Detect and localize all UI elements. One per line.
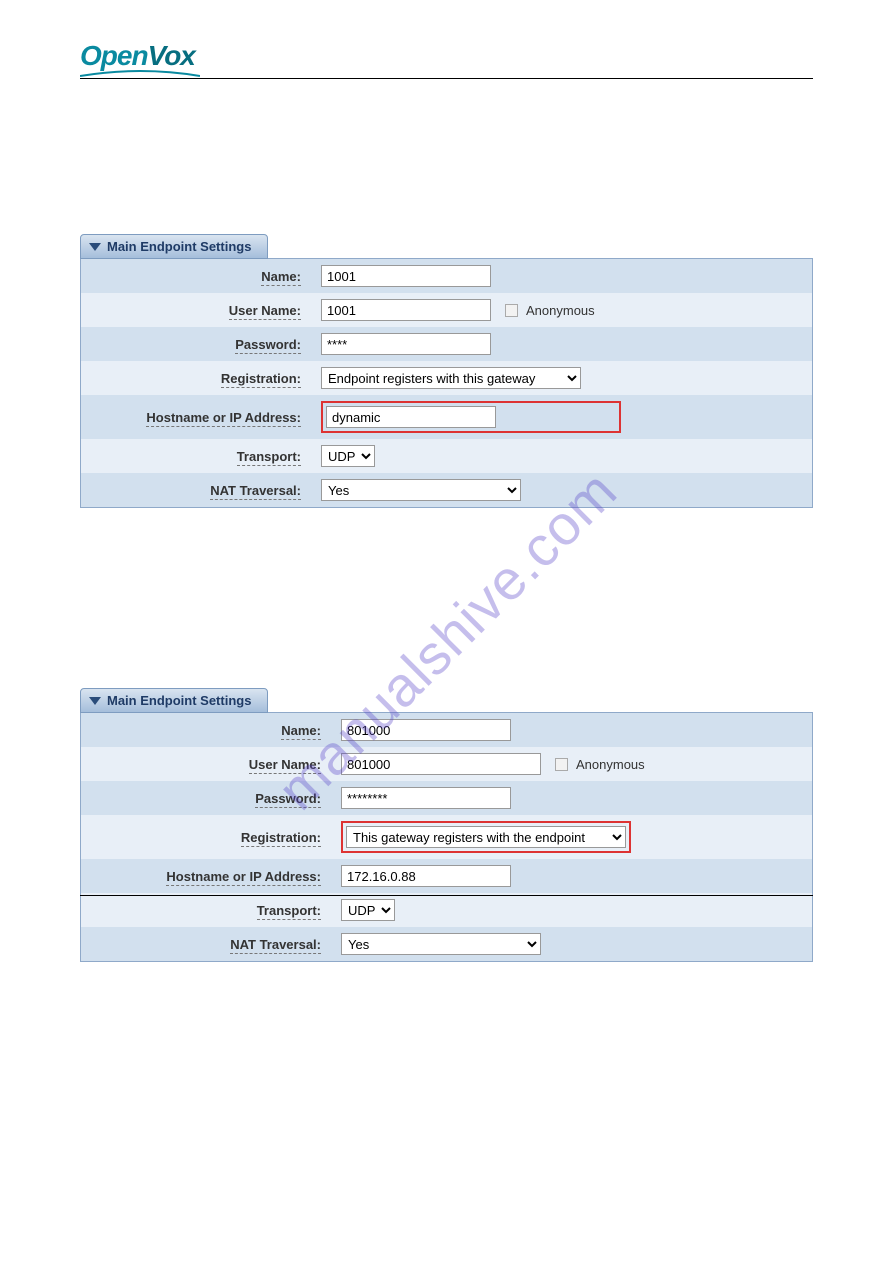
username-input[interactable]	[321, 299, 491, 321]
panel-title: Main Endpoint Settings	[107, 239, 251, 254]
hostname-input[interactable]	[326, 406, 496, 428]
anonymous-label: Anonymous	[576, 757, 645, 772]
panel-title: Main Endpoint Settings	[107, 693, 251, 708]
collapse-icon	[89, 697, 101, 705]
nat-select[interactable]: Yes	[321, 479, 521, 501]
anonymous-checkbox[interactable]	[505, 304, 518, 317]
username-label: User Name:	[249, 757, 321, 774]
password-label: Password:	[235, 337, 301, 354]
password-label: Password:	[255, 791, 321, 808]
registration-highlight: This gateway registers with the endpoint	[341, 821, 631, 853]
brand-part2: Vox	[148, 40, 195, 71]
logo-swoosh-icon	[80, 70, 200, 78]
username-input[interactable]	[341, 753, 541, 775]
registration-label: Registration:	[241, 830, 321, 847]
nat-label: NAT Traversal:	[230, 937, 321, 954]
transport-label: Transport:	[237, 449, 301, 466]
password-input[interactable]	[341, 787, 511, 809]
endpoint-settings-panel-1: Main Endpoint Settings Name: User Name: …	[80, 234, 813, 508]
name-label: Name:	[261, 269, 301, 286]
hostname-input[interactable]	[341, 865, 511, 887]
username-label: User Name:	[229, 303, 301, 320]
panel-header-toggle[interactable]: Main Endpoint Settings	[80, 688, 268, 713]
registration-label: Registration:	[221, 371, 301, 388]
name-input[interactable]	[321, 265, 491, 287]
collapse-icon	[89, 243, 101, 251]
hostname-label: Hostname or IP Address:	[146, 410, 301, 427]
header-divider	[80, 78, 813, 79]
panel-header-toggle[interactable]: Main Endpoint Settings	[80, 234, 268, 259]
registration-select[interactable]: Endpoint registers with this gateway	[321, 367, 581, 389]
transport-select[interactable]: UDP	[321, 445, 375, 467]
transport-label: Transport:	[257, 903, 321, 920]
nat-select[interactable]: Yes	[341, 933, 541, 955]
hostname-label: Hostname or IP Address:	[166, 869, 321, 886]
name-input[interactable]	[341, 719, 511, 741]
brand-part1: Open	[80, 40, 148, 71]
registration-select[interactable]: This gateway registers with the endpoint	[346, 826, 626, 848]
brand-logo: OpenVox	[80, 40, 195, 72]
transport-select[interactable]: UDP	[341, 899, 395, 921]
endpoint-settings-panel-2: Main Endpoint Settings Name: User Name: …	[80, 688, 813, 962]
footer-divider	[80, 895, 813, 896]
hostname-highlight	[321, 401, 621, 433]
name-label: Name:	[281, 723, 321, 740]
anonymous-label: Anonymous	[526, 303, 595, 318]
password-input[interactable]	[321, 333, 491, 355]
nat-label: NAT Traversal:	[210, 483, 301, 500]
anonymous-checkbox[interactable]	[555, 758, 568, 771]
